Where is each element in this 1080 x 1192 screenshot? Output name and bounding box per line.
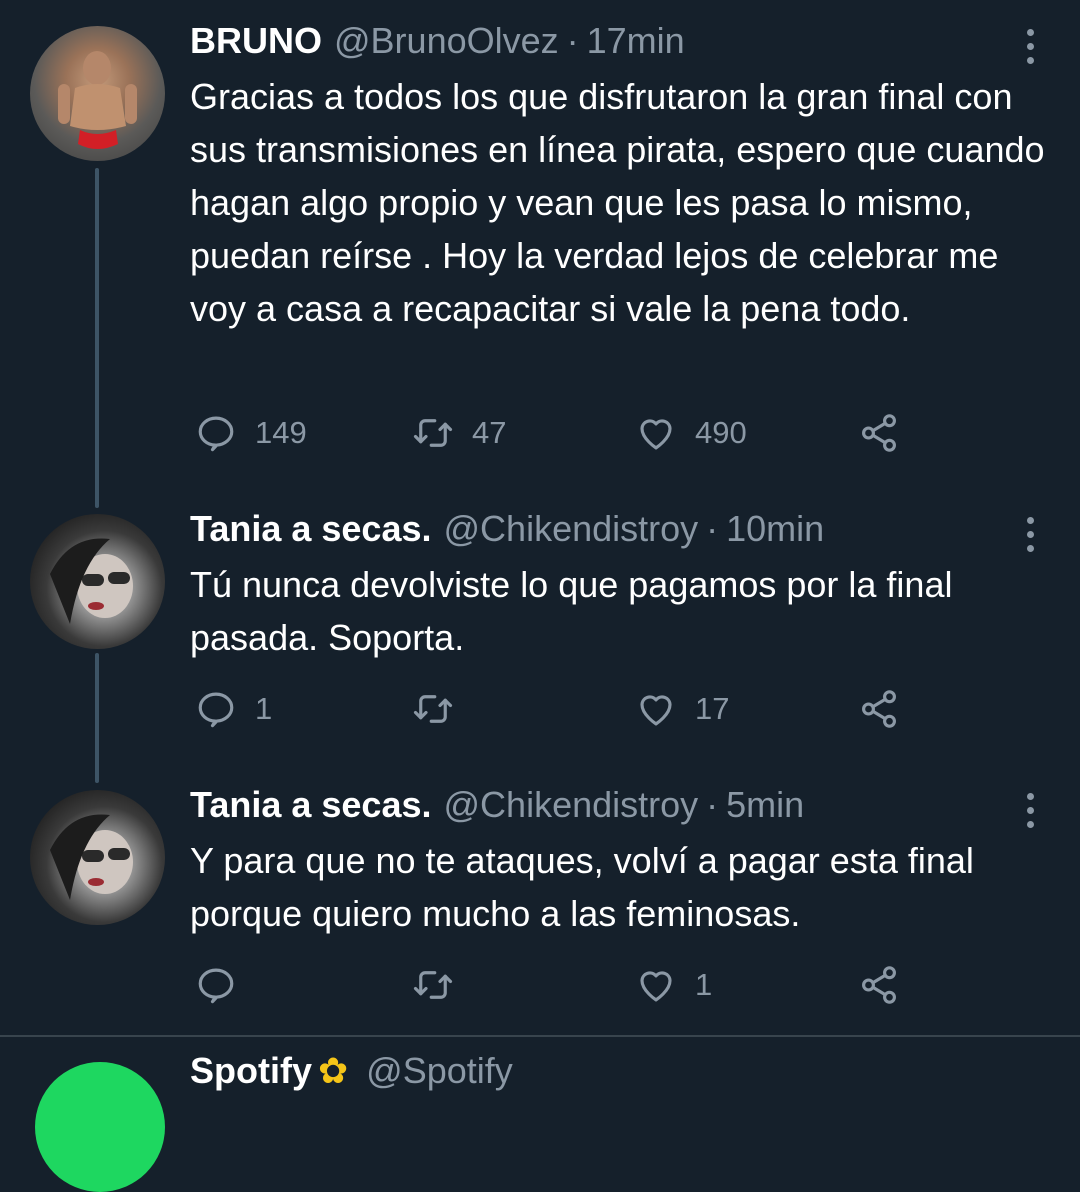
tweet-actions: 149 47 490: [190, 408, 930, 458]
author-handle[interactable]: @Spotify: [366, 1050, 513, 1091]
tweet-header: Tania a secas. @Chikendistroy · 10min: [190, 508, 824, 550]
tweet-header-next: Spotify ✿ @Spotify: [190, 1050, 513, 1092]
thread-line: [95, 653, 99, 783]
author-name[interactable]: Tania a secas.: [190, 784, 432, 825]
more-vertical-icon[interactable]: [1010, 514, 1050, 554]
author-name[interactable]: Tania a secas.: [190, 508, 432, 549]
reply-icon: [198, 416, 234, 452]
like-button[interactable]: 1: [635, 960, 712, 1010]
avatar-tania[interactable]: [30, 790, 165, 925]
tweet-actions: 1: [190, 960, 930, 1010]
tweet-actions: 1 17: [190, 684, 930, 734]
heart-icon: [640, 419, 672, 450]
separator: ·: [706, 784, 719, 825]
separator: ·: [566, 20, 579, 61]
avatar-image-tania: [50, 814, 133, 900]
avatar-spotify[interactable]: [35, 1062, 165, 1192]
share-icon: [862, 966, 896, 1004]
verified-badge-icon: ✿: [318, 1050, 349, 1091]
like-count: 490: [695, 415, 747, 450]
reply-button[interactable]: 1: [195, 684, 272, 734]
reply-count: 149: [255, 415, 307, 450]
share-button[interactable]: [858, 960, 918, 1010]
retweet-count: 47: [472, 415, 507, 450]
avatar-image-tania: [50, 538, 133, 624]
author-name[interactable]: Spotify: [190, 1050, 312, 1091]
tweet-header: Tania a secas. @Chikendistroy · 5min: [190, 784, 804, 826]
share-icon: [862, 690, 896, 728]
retweet-icon: [413, 419, 453, 447]
reply-icon: [198, 692, 234, 728]
timestamp[interactable]: 10min: [726, 508, 824, 549]
like-button[interactable]: 17: [635, 684, 729, 734]
reply-button[interactable]: [195, 960, 255, 1010]
share-button[interactable]: [858, 684, 918, 734]
reply-button[interactable]: 149: [195, 408, 307, 458]
timestamp[interactable]: 5min: [726, 784, 804, 825]
like-button[interactable]: 490: [635, 408, 747, 458]
heart-icon: [640, 695, 672, 726]
tweet-text: Gracias a todos los que disfrutaron la g…: [190, 76, 1045, 329]
avatar-bruno[interactable]: [30, 26, 165, 161]
timestamp[interactable]: 17min: [587, 20, 685, 61]
divider: [0, 1035, 1080, 1037]
retweet-button[interactable]: 47: [412, 408, 506, 458]
reply-count: 1: [255, 691, 273, 726]
more-vertical-icon[interactable]: [1010, 26, 1050, 66]
like-count: 17: [695, 691, 730, 726]
reply-icon: [198, 968, 234, 1004]
tweet-text: Y para que no te ataques, volví a pagar …: [190, 840, 974, 934]
share-button[interactable]: [858, 408, 918, 458]
retweet-button[interactable]: [412, 684, 472, 734]
tweet-header: BRUNO @BrunoOlvez · 17min: [190, 20, 685, 62]
author-handle[interactable]: @Chikendistroy: [444, 784, 699, 825]
heart-icon: [640, 971, 672, 1002]
author-name[interactable]: BRUNO: [190, 20, 322, 61]
thread-line: [95, 168, 99, 508]
avatar-tania[interactable]: [30, 514, 165, 649]
retweet-icon: [413, 971, 453, 999]
like-count: 1: [695, 967, 713, 1002]
share-icon: [862, 414, 896, 452]
avatar-image-bruno: [58, 51, 137, 149]
retweet-icon: [413, 695, 453, 723]
author-handle[interactable]: @BrunoOlvez: [334, 20, 559, 61]
author-handle[interactable]: @Chikendistroy: [444, 508, 699, 549]
more-vertical-icon[interactable]: [1010, 790, 1050, 830]
tweet-text: Tú nunca devolviste lo que pagamos por l…: [190, 564, 953, 658]
retweet-button[interactable]: [412, 960, 472, 1010]
separator: ·: [706, 508, 719, 549]
